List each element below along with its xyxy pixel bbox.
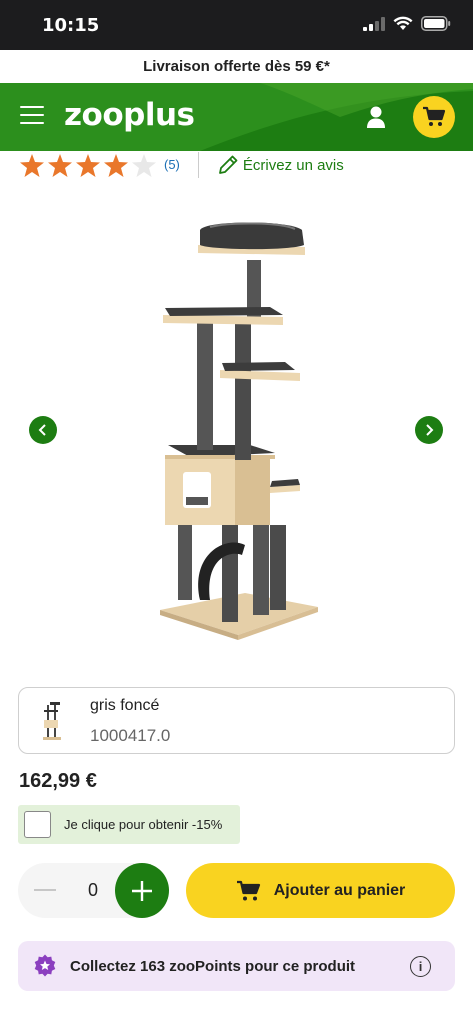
product-price: 162,99 €	[19, 770, 97, 792]
review-count-link[interactable]: (5)	[164, 157, 180, 172]
promo-text: Livraison offerte dès 59 €*	[143, 58, 330, 75]
zoopoints-text: Collectez 163 zooPoints pour ce produit	[70, 957, 356, 975]
plus-icon	[132, 880, 152, 901]
user-account-icon[interactable]	[362, 103, 390, 131]
star-filled-icon	[48, 153, 72, 177]
pencil-icon	[218, 155, 238, 174]
quantity-increase-button[interactable]	[115, 863, 169, 918]
hamburger-menu-icon[interactable]	[20, 106, 44, 128]
zooplus-logo[interactable]: zooplus	[64, 97, 195, 133]
battery-icon	[421, 16, 451, 31]
quantity-decrease-button[interactable]	[34, 889, 56, 891]
add-to-cart-button[interactable]: Ajouter au panier	[186, 863, 455, 918]
chevron-left-icon	[38, 424, 46, 436]
variant-thumbnail	[43, 702, 61, 740]
add-to-cart-label: Ajouter au panier	[273, 881, 406, 899]
zoopoints-badge-icon	[34, 954, 56, 977]
gallery-prev-button[interactable]	[29, 416, 57, 444]
quantity-value[interactable]: 0	[80, 880, 106, 901]
coupon-checkbox[interactable]	[24, 811, 51, 838]
status-bar: 10:15	[0, 0, 473, 50]
cart-button[interactable]	[413, 96, 455, 138]
variant-sku: 1000417.0	[90, 726, 171, 745]
discount-coupon[interactable]: Je clique pour obtenir -15%	[18, 805, 240, 844]
promo-banner[interactable]: Livraison offerte dès 59 €*	[0, 50, 473, 83]
rating-stars[interactable]	[20, 153, 156, 177]
star-filled-icon	[76, 153, 100, 177]
star-empty-icon	[132, 153, 156, 177]
rating-divider	[197, 152, 199, 178]
below-fold-content	[18, 1013, 455, 1024]
star-filled-icon	[104, 153, 128, 177]
product-gallery[interactable]	[0, 200, 473, 650]
variant-selector[interactable]: gris foncé 1000417.0	[18, 687, 455, 754]
status-time: 10:15	[42, 15, 100, 36]
chevron-right-icon	[426, 424, 434, 436]
shopping-cart-icon	[236, 880, 260, 900]
site-header: zooplus	[0, 83, 473, 151]
signal-icon	[363, 16, 385, 31]
write-review-link[interactable]: Écrivez un avis	[217, 154, 344, 176]
info-icon[interactable]: i	[410, 956, 431, 977]
star-filled-icon	[20, 153, 44, 177]
shopping-cart-icon	[423, 106, 446, 126]
rating-row: (5) Écrivez un avis	[20, 152, 344, 178]
wifi-icon	[393, 16, 413, 30]
variant-name: gris foncé	[90, 697, 160, 714]
status-icons	[363, 16, 451, 31]
write-review-label: Écrivez un avis	[242, 156, 344, 174]
coupon-label: Je clique pour obtenir -15%	[64, 817, 223, 832]
zoopoints-banner: Collectez 163 zooPoints pour ce produit …	[18, 941, 455, 991]
cat-tree-product-image	[160, 222, 318, 640]
gallery-next-button[interactable]	[415, 416, 443, 444]
quantity-stepper: 0	[18, 863, 169, 918]
